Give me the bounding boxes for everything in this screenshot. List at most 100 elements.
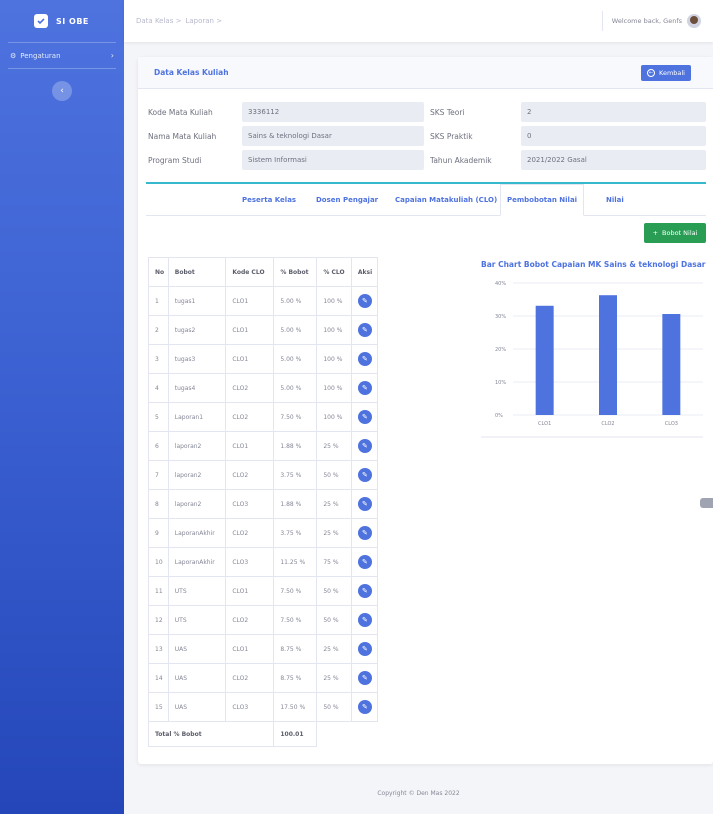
edit-icon[interactable]: ✎ [357, 671, 372, 685]
cell-no: 3 [148, 344, 169, 374]
cell-persen-bobot: 8.75 % [273, 663, 318, 693]
cell-kode-clo: CLO1 [225, 286, 275, 316]
col-header-bobot: Bobot [167, 257, 227, 287]
cell-no: 8 [148, 489, 169, 519]
cell-persen-bobot: 3.75 % [273, 460, 318, 490]
cell-persen-clo: 50 % [316, 692, 352, 722]
cell-persen-bobot: 3.75 % [273, 518, 318, 548]
cell-kode-clo: CLO3 [225, 547, 275, 577]
cell-bobot: UAS [167, 634, 227, 664]
cell-aksi: ✎ [350, 315, 379, 345]
edit-icon[interactable]: ✎ [357, 700, 372, 714]
edit-icon[interactable]: ✎ [357, 642, 372, 656]
tab-capaian-clo[interactable]: Capaian Matakuliah (CLO) [389, 184, 503, 216]
cell-aksi: ✎ [350, 547, 379, 577]
tahun-akademik-field: 2021/2022 Gasal [521, 150, 706, 170]
table-row: 4 tugas4 CLO2 5.00 % 100 % ✎ [148, 373, 379, 403]
tab-nilai[interactable]: Nilai [600, 184, 630, 216]
col-header-kode-clo: Kode CLO [225, 257, 275, 287]
cell-bobot: tugas2 [167, 315, 227, 345]
cell-persen-bobot: 11.25 % [273, 547, 318, 577]
prodi-field: Sistem Informasi [242, 150, 424, 170]
edit-icon[interactable]: ✎ [357, 294, 372, 308]
edit-icon[interactable]: ✎ [357, 468, 372, 482]
cell-kode-clo: CLO1 [225, 315, 275, 345]
bobot-table: No Bobot Kode CLO % Bobot % CLO Aksi 1 tu… [147, 257, 379, 747]
add-bobot-nilai-button[interactable]: + Bobot Nilai [644, 223, 706, 243]
table-row: 11 UTS CLO1 7.50 % 50 % ✎ [148, 576, 379, 606]
cell-persen-clo: 100 % [316, 373, 352, 403]
brand-name: SI OBE [56, 16, 89, 26]
brand[interactable]: SI OBE [0, 0, 124, 42]
y-tick-label: 10% [495, 380, 506, 386]
scroll-to-top-button[interactable] [700, 498, 713, 508]
edit-icon[interactable]: ✎ [357, 497, 372, 511]
cell-no: 1 [148, 286, 169, 316]
chevron-right-icon: › [110, 51, 114, 60]
edit-icon[interactable]: ✎ [357, 613, 372, 627]
cell-aksi: ✎ [350, 286, 379, 316]
cell-bobot: tugas4 [167, 373, 227, 403]
edit-icon[interactable]: ✎ [357, 584, 372, 598]
page-title: Data Kelas Kuliah [154, 68, 229, 77]
y-tick-label: 30% [495, 314, 506, 320]
sidebar-item-label: Pengaturan [20, 51, 61, 60]
cell-no: 10 [148, 547, 169, 577]
edit-icon[interactable]: ✎ [357, 323, 372, 337]
cell-aksi: ✎ [350, 489, 379, 519]
edit-icon[interactable]: ✎ [357, 555, 372, 569]
cell-persen-clo: 50 % [316, 605, 352, 635]
cell-bobot: UAS [167, 663, 227, 693]
tab-peserta-kelas[interactable]: Peserta Kelas [236, 184, 302, 216]
edit-icon[interactable]: ✎ [357, 439, 372, 453]
breadcrumb-item-laporan[interactable]: Laporan > [185, 17, 222, 25]
cell-no: 7 [148, 460, 169, 490]
x-tick-label: CLO1 [538, 421, 551, 427]
col-header-persen-bobot: % Bobot [273, 257, 318, 287]
tab-dosen-pengajar[interactable]: Dosen Pengajar [310, 184, 384, 216]
sks-praktik-field: 0 [521, 126, 706, 146]
cell-persen-clo: 100 % [316, 402, 352, 432]
table-row: 3 tugas3 CLO1 5.00 % 100 % ✎ [148, 344, 379, 374]
table-row: 10 LaporanAkhir CLO3 11.25 % 75 % ✎ [148, 547, 379, 577]
cell-no: 14 [148, 663, 169, 693]
cell-persen-bobot: 5.00 % [273, 286, 318, 316]
y-tick-label: 0% [495, 413, 503, 419]
table-row: 14 UAS CLO2 8.75 % 25 % ✎ [148, 663, 379, 693]
cell-aksi: ✎ [350, 663, 379, 693]
cell-kode-clo: CLO3 [225, 489, 275, 519]
edit-icon[interactable]: ✎ [357, 352, 372, 366]
sidebar-item-pengaturan[interactable]: ⚙ Pengaturan › [0, 43, 124, 68]
kode-mk-label: Kode Mata Kuliah [148, 107, 213, 117]
edit-icon[interactable]: ✎ [357, 526, 372, 540]
table-row: 12 UTS CLO2 7.50 % 50 % ✎ [148, 605, 379, 635]
nama-mk-field: Sains & teknologi Dasar [242, 126, 424, 146]
main-card: Data Kelas Kuliah ← Kembali Kode Mata Ku… [138, 57, 713, 764]
cell-kode-clo: CLO2 [225, 518, 275, 548]
cell-aksi: ✎ [350, 634, 379, 664]
cell-bobot: LaporanAkhir [167, 518, 227, 548]
user-area[interactable]: Welcome back, Genfs [601, 11, 701, 31]
table-row: 5 Laporan1 CLO2 7.50 % 100 % ✎ [148, 402, 379, 432]
sidebar-toggle-button[interactable]: ‹ [52, 81, 72, 101]
info-teori-label-row: SKS Teori [430, 102, 465, 122]
table-row: 6 laporan2 CLO1 1.88 % 25 % ✎ [148, 431, 379, 461]
back-button[interactable]: ← Kembali [641, 64, 691, 81]
sks-praktik-label: SKS Praktik [430, 131, 473, 141]
cell-aksi: ✎ [350, 402, 379, 432]
edit-icon[interactable]: ✎ [357, 410, 372, 424]
cell-persen-bobot: 5.00 % [273, 315, 318, 345]
cell-no: 12 [148, 605, 169, 635]
x-tick-label: CLO3 [665, 421, 678, 427]
col-header-aksi: Aksi [350, 257, 379, 287]
breadcrumb-item-data-kelas[interactable]: Data Kelas > [136, 17, 181, 25]
tab-pembobotan-nilai[interactable]: Pembobotan Nilai [500, 184, 585, 216]
avatar[interactable] [687, 14, 701, 28]
cell-no: 11 [148, 576, 169, 606]
cell-persen-clo: 100 % [316, 286, 352, 316]
edit-icon[interactable]: ✎ [357, 381, 372, 395]
table-row: 15 UAS CLO3 17.50 % 50 % ✎ [148, 692, 379, 722]
cell-bobot: LaporanAkhir [167, 547, 227, 577]
cell-persen-clo: 25 % [316, 431, 352, 461]
cell-no: 5 [148, 402, 169, 432]
